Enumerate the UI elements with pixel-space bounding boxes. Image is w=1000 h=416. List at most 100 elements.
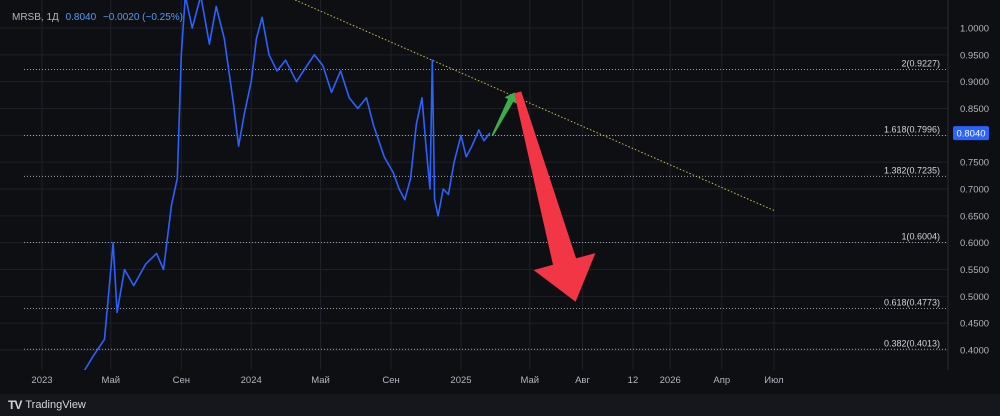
price-point <box>429 188 431 190</box>
y-tick-label: 0.9500 <box>960 50 989 61</box>
x-tick-label: 2025 <box>450 375 471 386</box>
price-point <box>176 177 178 179</box>
y-tick-label: 0.6000 <box>960 238 989 249</box>
y-tick-label: 0.7000 <box>960 185 989 196</box>
tradingview-brand[interactable]: TV TradingView <box>8 398 86 412</box>
symbol-label[interactable]: MRSB, 1Д <box>12 12 59 23</box>
price-point <box>460 134 462 136</box>
x-tick-label: 2026 <box>660 375 681 386</box>
x-tick-label: Май <box>101 375 120 386</box>
x-tick-label: Май <box>520 375 539 386</box>
price-point <box>348 97 350 99</box>
price-point <box>232 102 235 104</box>
price-point <box>223 38 225 40</box>
price-point <box>431 59 433 61</box>
x-tick-label: Июл <box>764 375 783 386</box>
x-axis[interactable]: 2023 Май Сен 2024 Май Сен 2025 Май Авг 12 2026 Апр И… <box>0 370 1000 394</box>
fib-level-label: 1.618(0.7996) <box>884 125 940 135</box>
price-point <box>170 204 173 206</box>
x-tick-label: Авг <box>575 375 590 386</box>
y-tick-label: 0.6500 <box>960 211 989 222</box>
price-point <box>421 97 423 99</box>
price-chart[interactable]: 2(0.9227) 1.618(0.7996) 1.382(0.7235) 1(0.6… <box>0 0 1000 416</box>
brand-label: TradingView <box>25 399 86 411</box>
y-tick-label: 0.4000 <box>960 346 989 357</box>
price-point <box>295 81 298 83</box>
price-point <box>261 16 263 18</box>
x-tick-label: 2024 <box>241 375 262 386</box>
price-point <box>365 97 368 99</box>
price-point <box>425 145 427 147</box>
price-point <box>453 161 455 163</box>
price-point <box>145 263 147 265</box>
price-point <box>238 145 240 147</box>
price-point <box>404 199 406 201</box>
price-point <box>255 38 257 40</box>
last-price: 0.8040 <box>65 12 97 23</box>
price-point <box>322 64 324 67</box>
fib-level-label: 1(0.6004) <box>901 231 940 241</box>
price-point <box>372 124 374 126</box>
fib-level-label: 0.618(0.4773) <box>884 298 940 308</box>
price-point <box>92 354 95 356</box>
fib-level-label: 1.382(0.7235) <box>884 165 940 175</box>
price-point <box>112 242 114 244</box>
y-tick-label: 0.7500 <box>960 158 989 169</box>
x-tick-label: Сен <box>382 375 399 386</box>
price-point <box>483 140 485 142</box>
price-change: −0.0020 (−0.25%) <box>102 12 184 23</box>
price-point <box>133 285 135 287</box>
x-tick-label: Апр <box>713 375 730 386</box>
price-point <box>123 268 126 271</box>
price-point <box>471 145 473 147</box>
price-point <box>276 70 278 72</box>
price-point <box>180 54 182 56</box>
price-point <box>103 338 106 340</box>
price-point <box>110 268 112 271</box>
chart-legend: MRSB, 1Д 0.8040 −0.0020 (−0.25%) <box>12 12 183 23</box>
price-point <box>243 113 245 115</box>
price-point <box>116 311 118 314</box>
y-tick-label: 0.8500 <box>960 104 989 115</box>
price-point <box>478 129 480 131</box>
price-point <box>442 188 444 190</box>
price-point <box>215 5 217 8</box>
price-point <box>162 268 165 271</box>
price-point <box>465 156 467 158</box>
price-point <box>489 132 491 134</box>
price-point <box>330 91 333 93</box>
last-price-badge-label: 0.8040 <box>956 129 985 140</box>
price-point <box>268 54 270 56</box>
fib-level-label: 0.382(0.4013) <box>884 338 940 348</box>
x-tick-label: Май <box>311 375 330 386</box>
y-tick-label: 0.5500 <box>960 265 989 276</box>
chart-background <box>0 0 1000 416</box>
x-axis-background <box>0 370 1000 394</box>
y-tick-label: 0.9000 <box>960 77 989 88</box>
price-point <box>398 188 400 190</box>
price-point <box>437 215 439 217</box>
y-tick-label: 1.0000 <box>960 24 989 35</box>
price-point <box>434 199 436 201</box>
x-tick-label: Сен <box>173 375 190 386</box>
fib-level-label: 2(0.9227) <box>901 58 940 68</box>
x-tick-label: 12 <box>628 375 639 386</box>
price-point <box>392 172 394 174</box>
price-point <box>415 124 417 126</box>
footer-bar: TV TradingView <box>0 394 1000 416</box>
price-point <box>191 27 193 29</box>
price-point <box>383 156 385 158</box>
price-point <box>302 70 304 72</box>
x-tick-label: 2023 <box>31 375 52 386</box>
price-point <box>313 54 315 56</box>
price-point <box>340 70 342 72</box>
price-point <box>409 177 412 179</box>
price-point <box>447 193 449 195</box>
price-point <box>250 81 252 83</box>
price-point <box>208 43 210 45</box>
price-point <box>285 59 287 61</box>
price-point <box>357 107 359 110</box>
tradingview-logo-icon: TV <box>8 398 22 412</box>
y-tick-label: 0.5000 <box>960 292 989 303</box>
y-tick-label: 0.4500 <box>960 319 989 330</box>
